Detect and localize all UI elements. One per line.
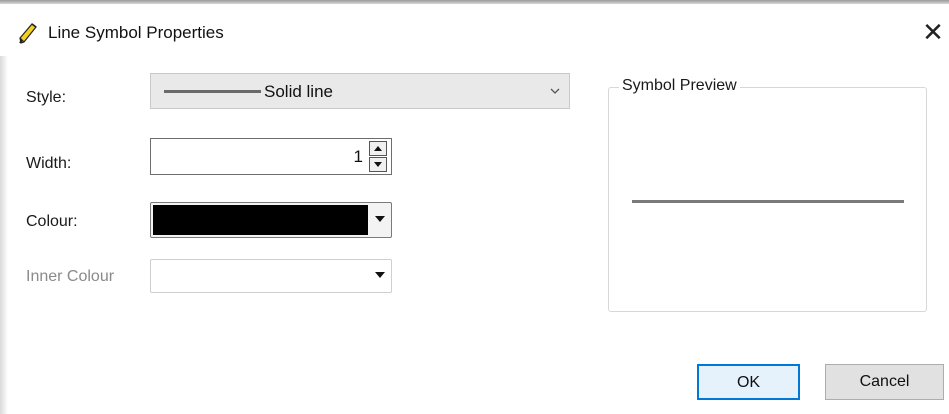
title-bar[interactable]: Line Symbol Properties ✕ [0,4,949,56]
width-spinner[interactable]: 1 [150,138,392,175]
inner-colour-dropdown[interactable] [150,259,392,293]
width-value: 1 [353,147,363,166]
dropdown-arrow-icon [375,216,385,222]
style-selected-value: Solid line [264,82,333,101]
cancel-button[interactable]: Cancel [825,364,944,400]
arrow-down-icon [374,162,382,167]
style-dropdown[interactable]: Solid line [150,73,570,109]
symbol-preview-legend: Symbol Preview [619,77,740,95]
pencil-icon [17,21,41,45]
preview-line-sample [632,200,904,203]
colour-swatch [153,205,368,235]
chevron-down-icon [549,84,561,96]
decrement-button[interactable] [369,157,387,172]
ok-button[interactable]: OK [697,364,800,400]
solid-line-sample [164,90,261,93]
close-button[interactable]: ✕ [920,18,946,48]
window-shadow [0,56,8,414]
colour-label: Colour: [26,213,78,230]
inner-colour-label: Inner Colour [26,268,115,285]
increment-button[interactable] [369,141,387,156]
colour-dropdown[interactable] [150,202,392,238]
line-symbol-properties-dialog: Line Symbol Properties ✕ Style: Solid li… [0,0,949,414]
dropdown-arrow-icon [375,272,385,278]
dialog-title: Line Symbol Properties [48,23,224,42]
width-label: Width: [26,155,72,172]
arrow-up-icon [374,146,382,151]
style-label: Style: [26,89,67,106]
